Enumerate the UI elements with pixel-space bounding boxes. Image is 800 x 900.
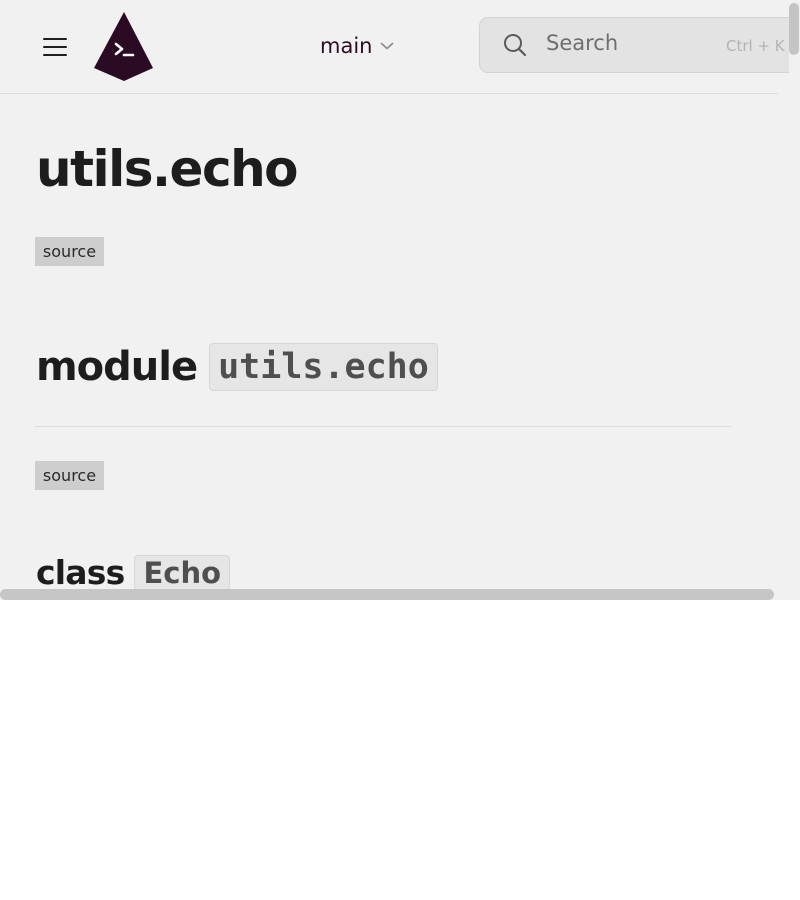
search-icon [504,34,527,57]
module-heading: module utils.echo [36,343,438,391]
menu-line-bottom [43,54,67,57]
module-name-code: utils.echo [209,343,438,391]
vertical-scrollbar-track[interactable] [789,0,800,589]
branch-label: main [320,34,373,58]
title-source-link[interactable]: source [35,237,104,266]
logo-shape [94,12,153,81]
search-placeholder: Search [546,31,619,55]
section-divider [35,426,732,427]
chevron-down-icon [381,42,394,50]
search-box[interactable]: Search Ctrl + K [479,17,800,73]
module-source-link[interactable]: source [35,461,104,490]
logo-icon[interactable] [91,10,157,84]
module-keyword: module [36,344,198,390]
page-title: utils.echo [36,140,299,198]
class-heading: class Echo [36,553,231,592]
top-bar: main Search Ctrl + K [0,0,800,94]
horizontal-scrollbar-thumb[interactable] [0,589,774,600]
menu-line-top [43,38,67,41]
hamburger-menu-button[interactable] [38,32,72,62]
vertical-scrollbar-thumb[interactable] [789,3,799,55]
search-shortcut-hint: Ctrl + K [726,37,785,55]
menu-line-middle [43,46,67,49]
docs-viewport: main Search Ctrl + K utils.echo source m… [0,0,800,600]
class-keyword: class [36,553,125,592]
branch-selector[interactable]: main [320,30,394,62]
class-name-code: Echo [134,554,231,591]
